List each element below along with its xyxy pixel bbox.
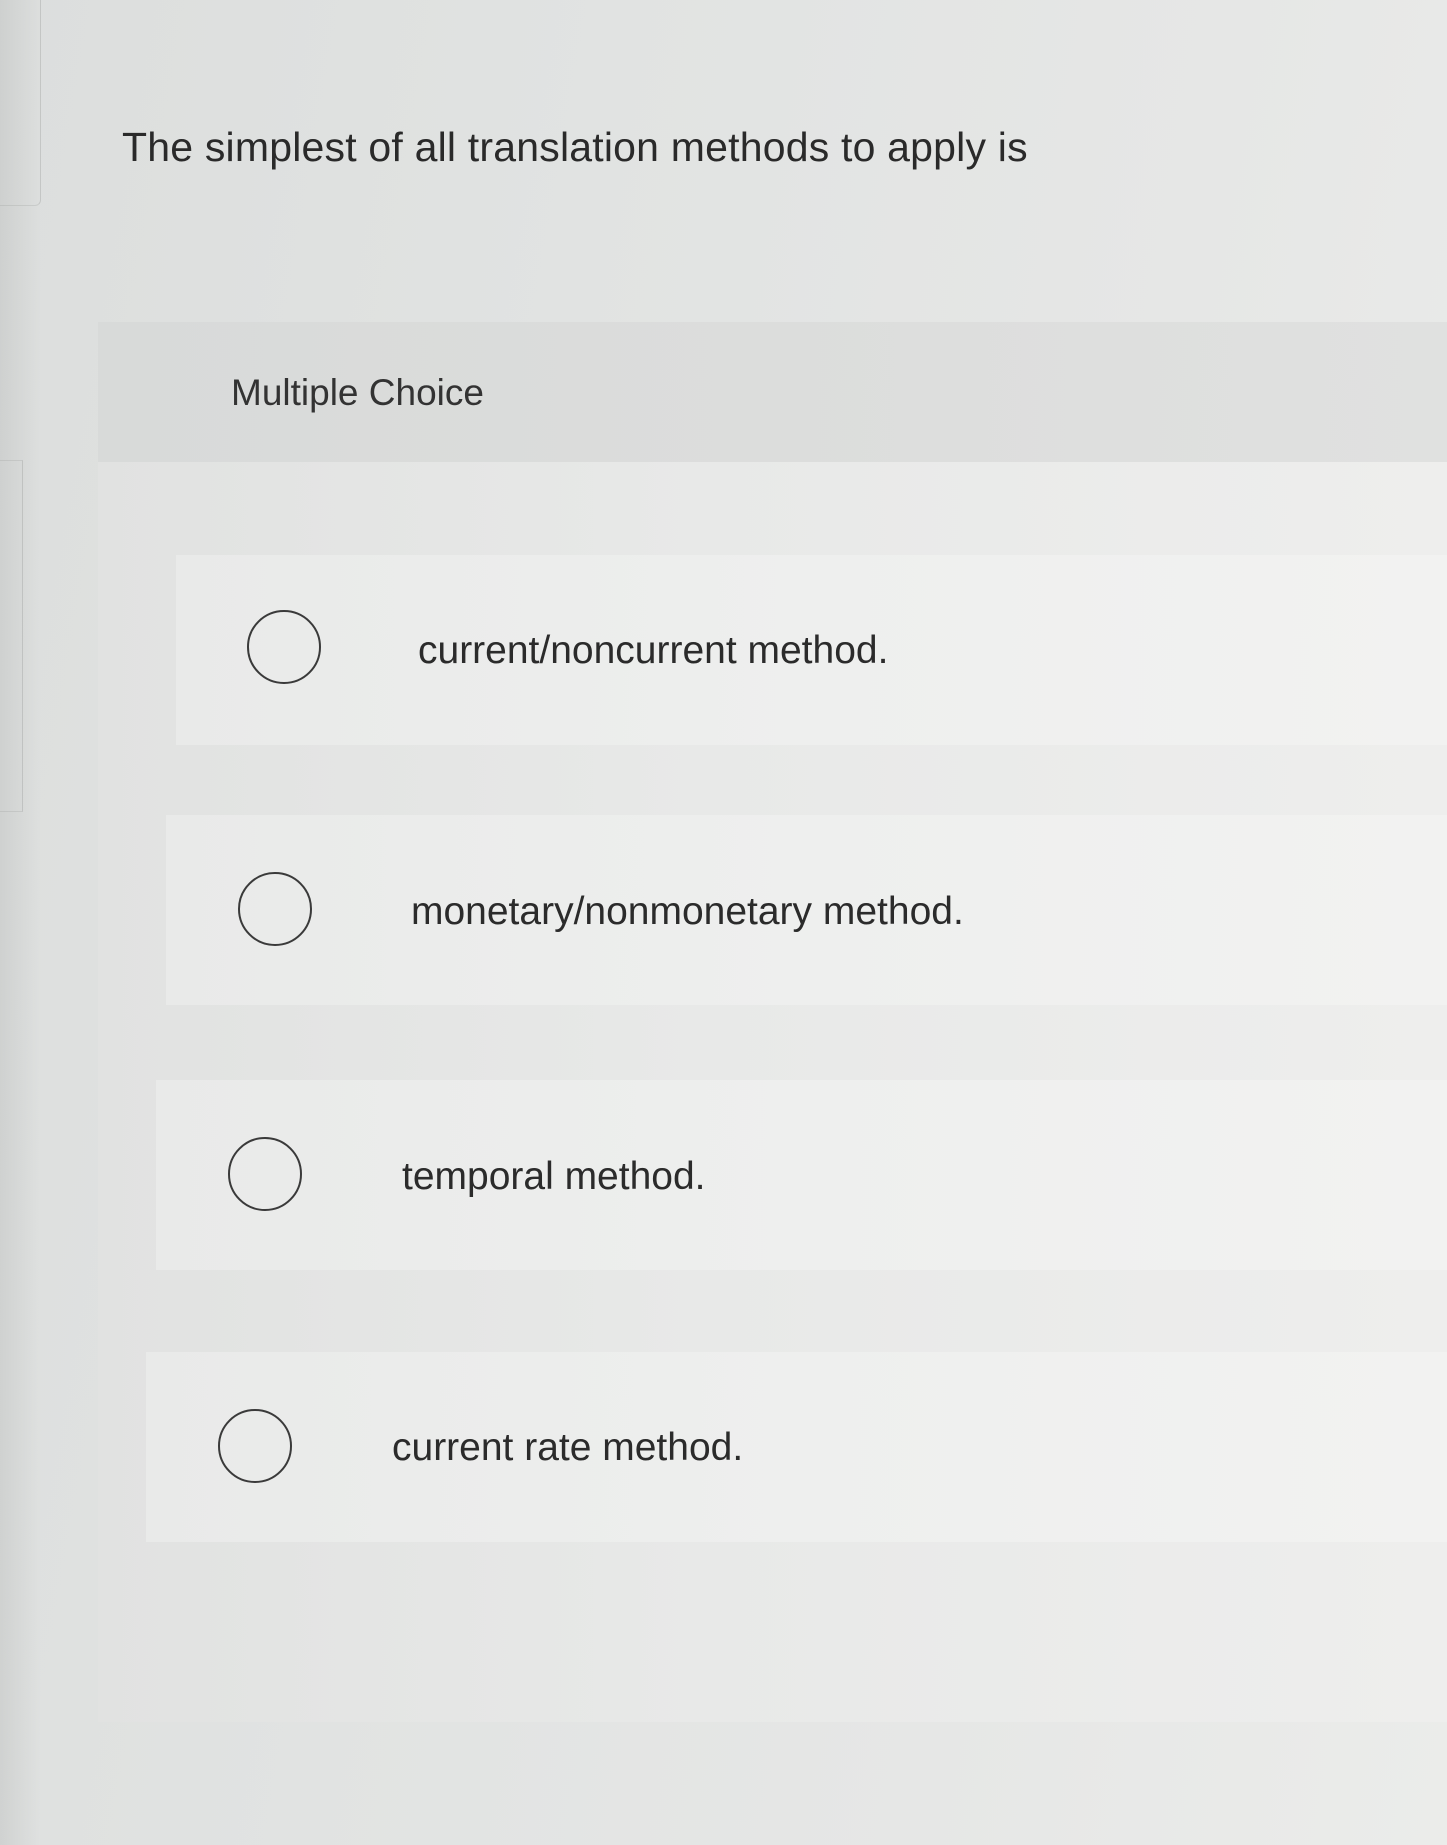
answer-option-4[interactable]: current rate method. xyxy=(146,1352,1447,1542)
answer-option-label: monetary/nonmonetary method. xyxy=(411,890,964,933)
answer-option-label: current/noncurrent method. xyxy=(418,629,889,672)
radio-button[interactable] xyxy=(228,1137,302,1211)
page-edge-shadow xyxy=(0,0,40,1845)
answer-option-3[interactable]: temporal method. xyxy=(156,1080,1447,1270)
radio-button[interactable] xyxy=(247,610,321,684)
answer-option-1[interactable]: current/noncurrent method. xyxy=(176,555,1447,745)
answer-option-label: temporal method. xyxy=(402,1155,706,1198)
page-edge-frame xyxy=(0,460,23,812)
question-type-label: Multiple Choice xyxy=(231,372,484,413)
answer-option-2[interactable]: monetary/nonmonetary method. xyxy=(166,815,1447,1005)
radio-button[interactable] xyxy=(238,872,312,946)
question-text: The simplest of all translation methods … xyxy=(122,124,1028,170)
radio-button[interactable] xyxy=(218,1409,292,1483)
answer-option-label: current rate method. xyxy=(392,1426,744,1469)
page-edge-frame xyxy=(0,0,41,206)
